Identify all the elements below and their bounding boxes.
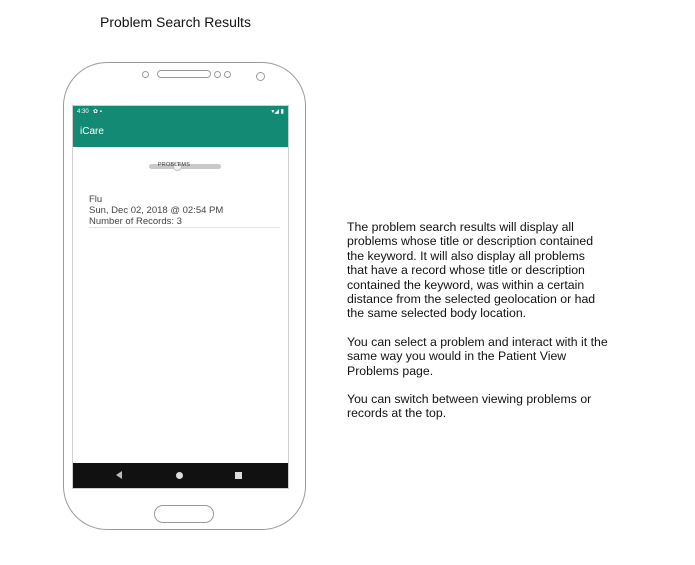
home-button[interactable] xyxy=(154,505,214,523)
back-icon[interactable] xyxy=(116,471,122,479)
problem-title: Flu xyxy=(89,194,103,205)
page-title: Problem Search Results xyxy=(100,14,251,30)
description-paragraph: You can select a problem and interact wi… xyxy=(347,334,608,378)
speaker-grille xyxy=(157,70,211,78)
description-paragraph: You can switch between viewing problems … xyxy=(347,392,592,421)
app-bar: iCare xyxy=(73,119,288,147)
home-icon[interactable] xyxy=(176,472,183,479)
problem-list-item[interactable]: Flu Sun, Dec 02, 2018 @ 02:54 PM Number … xyxy=(89,194,280,228)
status-notification-icons: ✿ ▪ xyxy=(93,109,102,115)
front-camera-icon xyxy=(256,72,265,81)
sensor-icon xyxy=(224,71,231,78)
app-title: iCare xyxy=(80,126,104,137)
toggle-label: PROBLEMS xyxy=(157,162,191,168)
status-signal-battery-icons: ▾◢ ▮ xyxy=(271,109,284,115)
sensor-icon xyxy=(214,71,221,78)
problem-record-count: Number of Records: 3 xyxy=(89,216,182,227)
status-time: 4:30 xyxy=(77,109,89,115)
phone-screen: 4:30 ✿ ▪ ▾◢ ▮ iCare PROBLEMS Flu Sun, De… xyxy=(72,105,289,489)
description: The problem search results will display … xyxy=(347,220,667,435)
sensor-icon xyxy=(142,71,149,78)
problem-date: Sun, Dec 02, 2018 @ 02:54 PM xyxy=(89,205,224,216)
description-paragraph: The problem search results will display … xyxy=(347,220,596,321)
recent-apps-icon[interactable] xyxy=(235,472,242,479)
problems-records-toggle[interactable]: PROBLEMS xyxy=(149,162,221,171)
phone-frame: 4:30 ✿ ▪ ▾◢ ▮ iCare PROBLEMS Flu Sun, De… xyxy=(63,62,306,530)
nav-bar xyxy=(73,463,288,488)
status-bar: 4:30 ✿ ▪ ▾◢ ▮ xyxy=(73,106,288,119)
